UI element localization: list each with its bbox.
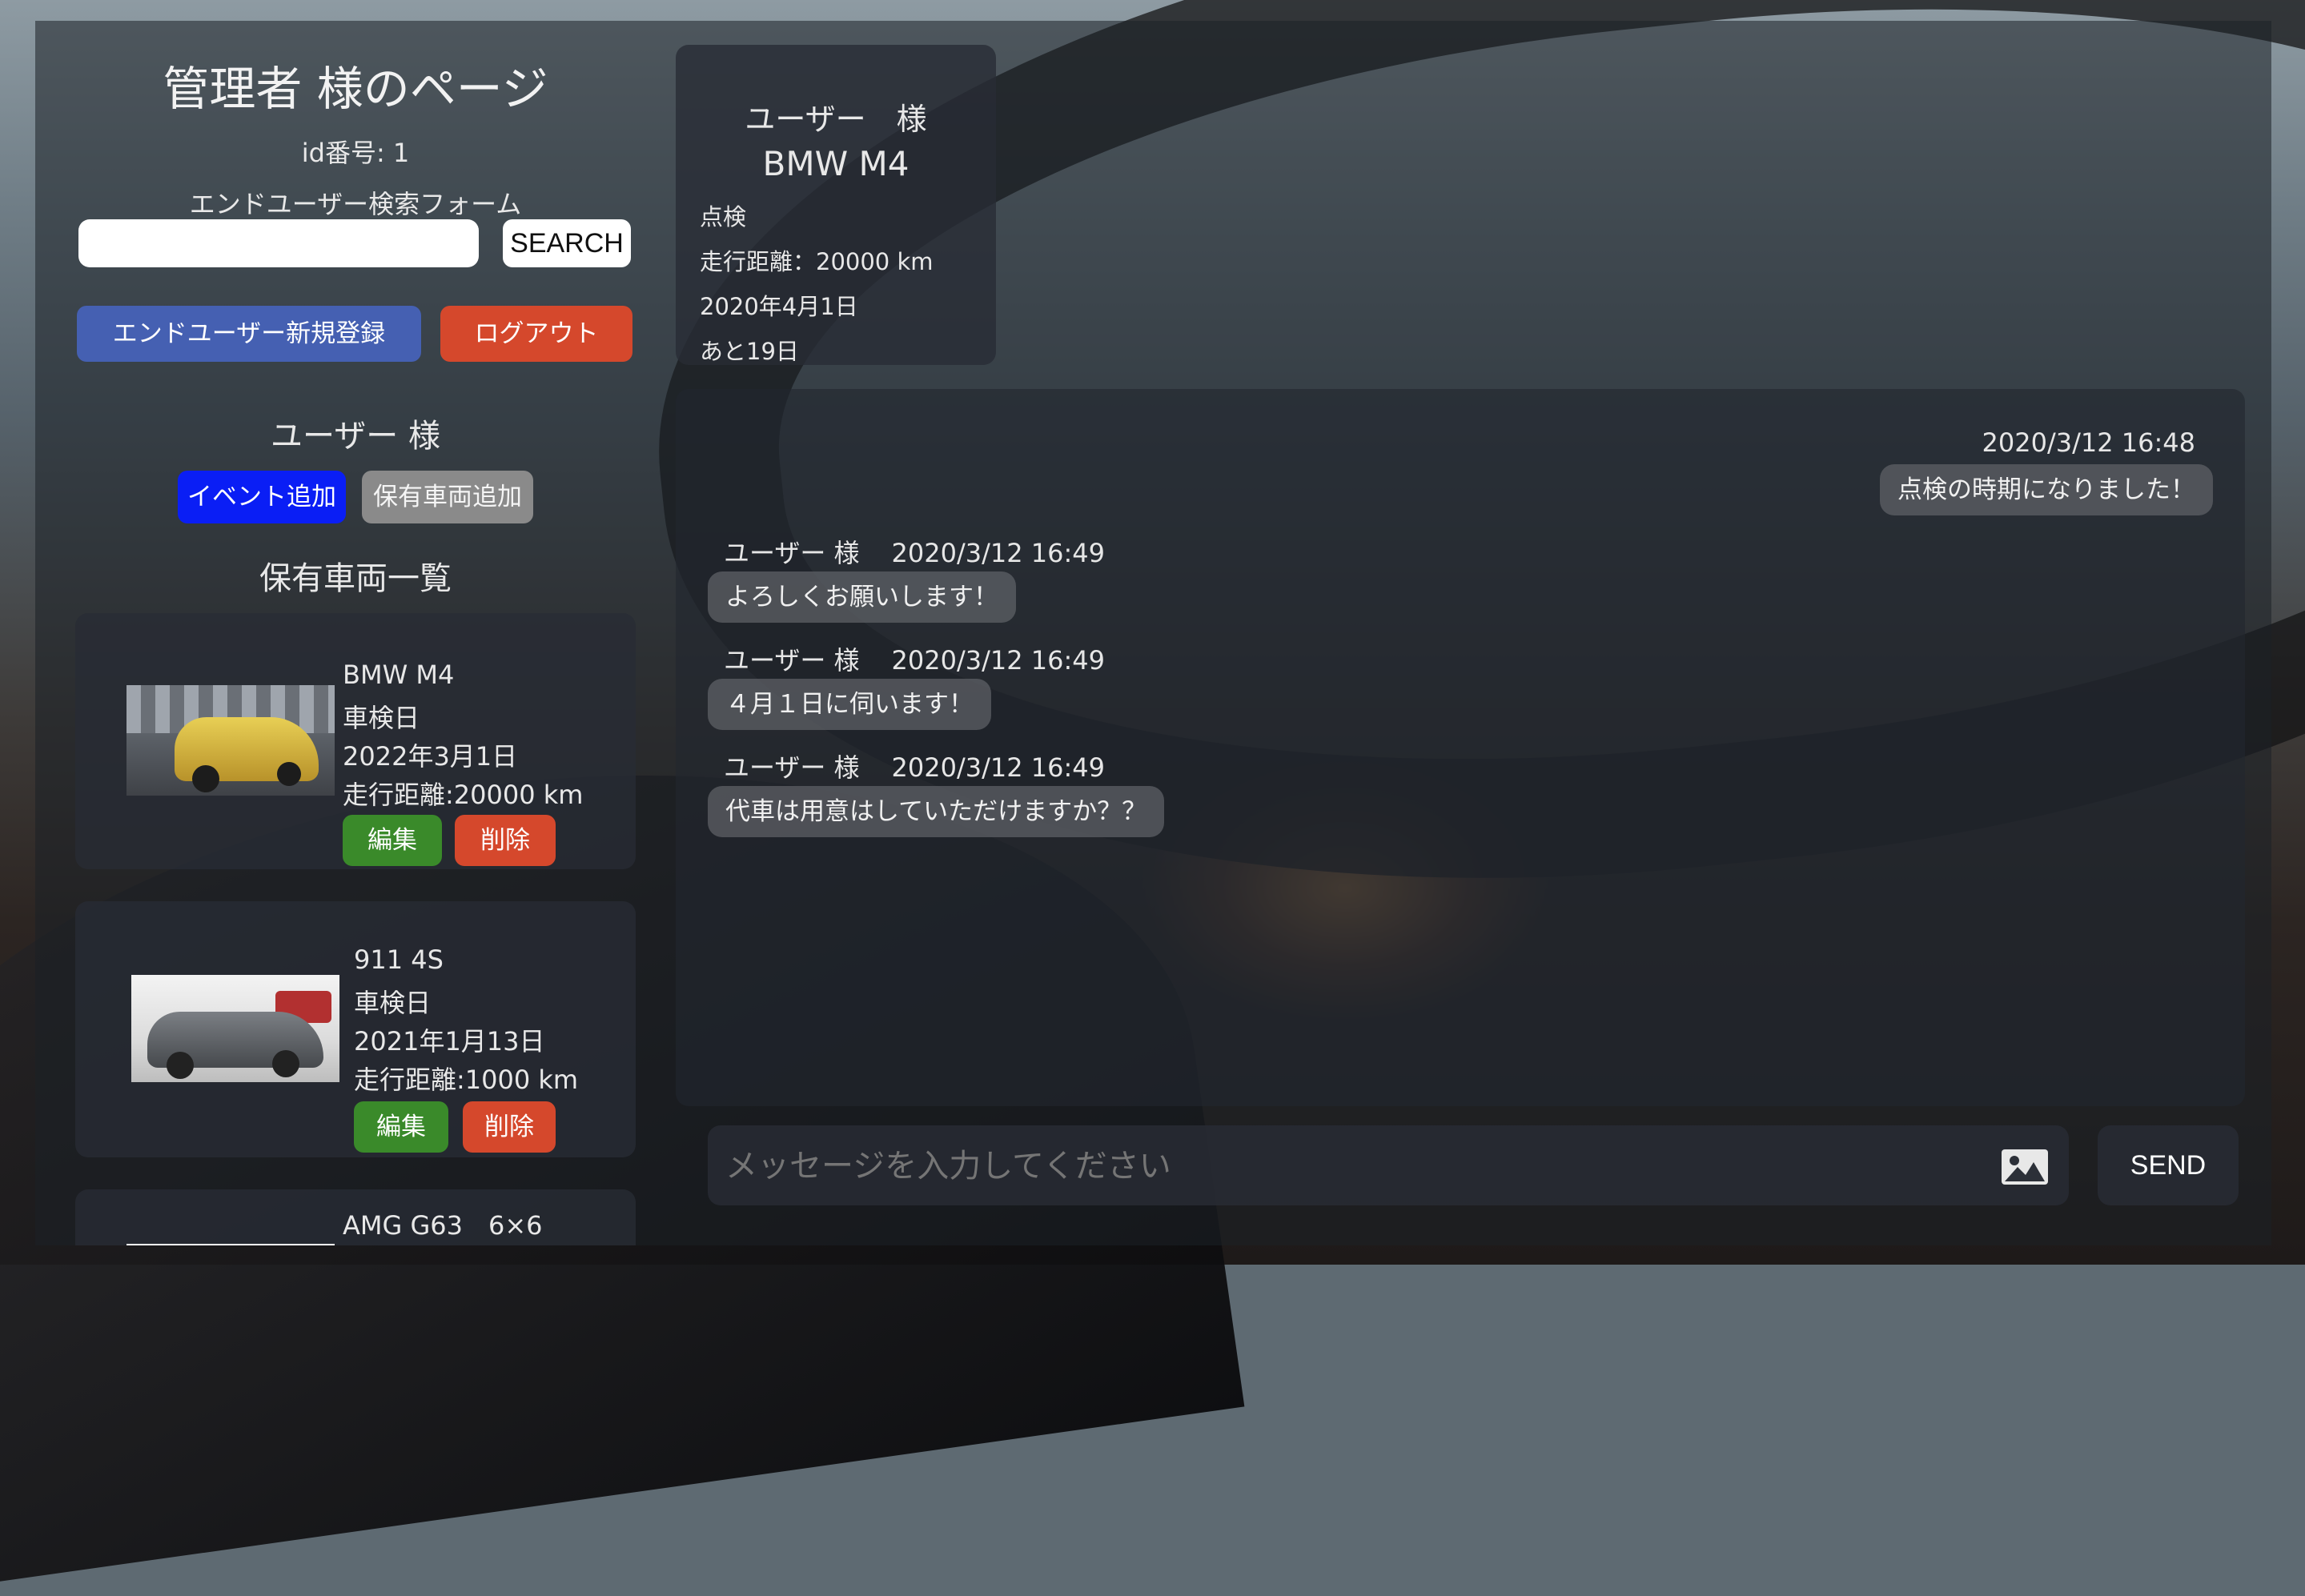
message-sender: ユーザー 様 xyxy=(724,645,860,676)
event-remaining-days: あと19日 xyxy=(700,338,799,365)
message-sender: ユーザー 様 xyxy=(724,538,860,568)
event-mileage: 走行距離：20000 km xyxy=(700,248,934,275)
chat-panel: 2020/3/12 16:48 点検の時期になりました！ ユーザー 様 2020/… xyxy=(676,389,2245,1106)
message-input-box[interactable] xyxy=(708,1125,2069,1205)
search-button[interactable]: SEARCH xyxy=(503,219,631,267)
vehicle-mileage: 走行距離:1000 km xyxy=(354,1065,579,1095)
sidebar: 管理者 様のページ id番号: 1 エンドユーザー検索フォーム SEARCH エ… xyxy=(35,21,652,1245)
delete-vehicle-button[interactable]: 削除 xyxy=(455,815,556,866)
vehicle-card: BMW M4 車検日 2022年3月1日 走行距離:20000 km 編集 削除 xyxy=(75,613,636,869)
message-bubble: ４月１日に伺います！ xyxy=(708,679,991,730)
message-time: 2020/3/12 16:49 xyxy=(891,645,1106,676)
vehicle-mileage: 走行距離:20000 km xyxy=(343,780,584,810)
logout-button[interactable]: ログアウト xyxy=(440,306,632,362)
id-number: id番号: 1 xyxy=(301,138,410,168)
add-event-button[interactable]: イベント追加 xyxy=(178,471,346,523)
edit-vehicle-button[interactable]: 編集 xyxy=(354,1101,448,1153)
page-title: 管理者 様のページ xyxy=(163,62,548,116)
message-time: 2020/3/12 16:49 xyxy=(891,538,1106,568)
message-meta: ユーザー 様 2020/3/12 16:49 xyxy=(724,640,1105,677)
message-meta: ユーザー 様 2020/3/12 16:49 xyxy=(724,533,1105,570)
search-input[interactable] xyxy=(78,219,479,267)
vehicle-card: 911 4S 車検日 2021年1月13日 走行距離:1000 km 編集 削除 xyxy=(75,901,636,1157)
vehicle-inspection-label: 車検日 xyxy=(343,703,420,733)
message-meta: ユーザー 様 2020/3/12 16:49 xyxy=(724,748,1105,784)
event-date: 2020年4月1日 xyxy=(700,293,858,320)
gold-bmw-m4-photo xyxy=(126,685,335,796)
vehicle-list-heading: 保有車両一覧 xyxy=(259,560,452,597)
event-user: ユーザー 様 xyxy=(745,102,927,137)
grey-porsche-911-photo xyxy=(131,975,339,1082)
event-type: 点検 xyxy=(700,203,747,231)
search-form-label: エンドユーザー検索フォーム xyxy=(189,189,522,219)
vehicle-photo xyxy=(126,1244,335,1245)
edit-vehicle-button[interactable]: 編集 xyxy=(343,815,442,866)
delete-vehicle-button[interactable]: 削除 xyxy=(463,1101,556,1153)
image-icon[interactable] xyxy=(2000,1148,2050,1186)
vehicle-name: 911 4S xyxy=(354,944,444,975)
message-bubble: 代車は用意はしていただけますか？？ xyxy=(708,786,1165,837)
vehicle-inspection-date: 2021年1月13日 xyxy=(354,1026,545,1057)
message-time: 2020/3/12 16:48 xyxy=(1982,427,2195,458)
message-time: 2020/3/12 16:49 xyxy=(891,752,1106,783)
vehicle-name: BMW M4 xyxy=(343,660,455,690)
add-vehicle-button[interactable]: 保有車両追加 xyxy=(362,471,533,523)
vehicle-name: AMG G63 6×6 xyxy=(343,1210,543,1241)
vehicle-inspection-date: 2022年3月1日 xyxy=(343,741,518,772)
event-card: ユーザー 様 BMW M4 点検 走行距離：20000 km 2020年4月1日… xyxy=(676,45,996,365)
message-input[interactable] xyxy=(724,1133,1960,1199)
vehicle-inspection-label: 車検日 xyxy=(354,988,432,1018)
app-container: 管理者 様のページ id番号: 1 エンドユーザー検索フォーム SEARCH エ… xyxy=(35,21,2271,1245)
message-sender: ユーザー 様 xyxy=(724,752,860,783)
register-enduser-button[interactable]: エンドユーザー新規登録 xyxy=(77,306,421,362)
selected-user-heading: ユーザー 様 xyxy=(271,418,440,455)
send-button[interactable]: SEND xyxy=(2098,1125,2239,1205)
message-bubble: 点検の時期になりました！ xyxy=(1880,464,2213,515)
event-car-name: BMW M4 xyxy=(762,144,910,183)
message-bubble: よろしくお願いします！ xyxy=(708,571,1016,623)
vehicle-card: AMG G63 6×6 xyxy=(75,1189,636,1245)
